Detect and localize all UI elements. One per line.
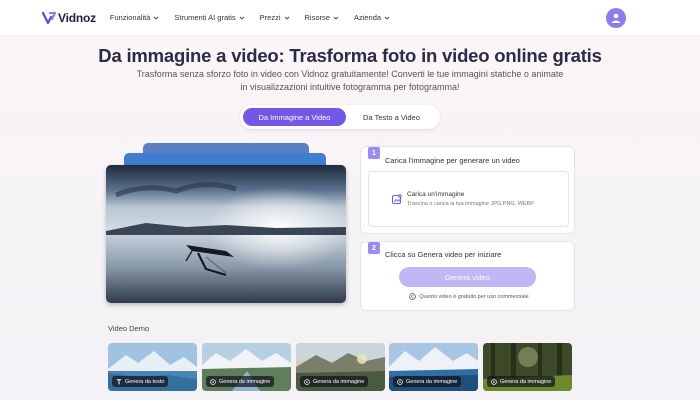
page-subtitle: Trasforma senza sforzo foto in video con… bbox=[100, 68, 600, 94]
image-icon bbox=[397, 378, 403, 385]
main-menu: Funzionalità Strumenti AI gratis Prezzi … bbox=[110, 13, 405, 22]
demo-thumb-label: Genera da testo bbox=[112, 376, 169, 387]
step-badge: 2 bbox=[368, 242, 380, 254]
chevron-down-icon bbox=[333, 16, 339, 20]
demo-thumb-label: Genera da immagine bbox=[393, 376, 462, 387]
text-icon bbox=[116, 378, 122, 384]
logo[interactable]: Vidnoz bbox=[42, 11, 96, 25]
menu-item-funzionalita[interactable]: Funzionalità bbox=[110, 13, 159, 22]
demo-thumb[interactable]: Genera da immagine bbox=[202, 343, 291, 391]
demo-section-label: Video Demo bbox=[108, 324, 150, 333]
menu-item-azienda[interactable]: Azienda bbox=[354, 13, 390, 22]
upload-dropzone[interactable]: Carica un'immagine Trascina o carica la … bbox=[368, 171, 569, 227]
demo-thumb-text: Genera da immagine bbox=[500, 378, 552, 385]
menu-item-risorse[interactable]: Risorse bbox=[305, 13, 339, 22]
generate-step-card: 2 Clicca su Genera video per iniziare Ge… bbox=[360, 241, 575, 311]
tab-image-to-video[interactable]: Da Immagine a Video bbox=[243, 108, 346, 126]
note-text: Questo video è gratuito per uso commerci… bbox=[419, 293, 529, 300]
demo-thumb-label: Genera da immagine bbox=[206, 376, 275, 387]
chevron-down-icon bbox=[284, 16, 289, 20]
mode-tabs: Da Immagine a Video Da Testo a Video bbox=[240, 105, 440, 129]
demo-thumb-text: Genera da immagine bbox=[219, 378, 271, 385]
image-icon bbox=[304, 378, 310, 385]
step-badge: 1 bbox=[368, 147, 380, 159]
demo-thumb[interactable]: Genera da testo bbox=[108, 343, 197, 391]
step-title: Clicca su Genera video per iniziare bbox=[385, 250, 502, 259]
user-icon bbox=[611, 13, 621, 23]
avatar[interactable] bbox=[606, 8, 626, 28]
top-nav: Vidnoz Funzionalità Strumenti AI gratis … bbox=[0, 0, 700, 36]
generate-video-button[interactable]: Genera video bbox=[399, 267, 536, 287]
menu-item-strumenti[interactable]: Strumenti AI gratis bbox=[174, 13, 244, 22]
step-title: Carica l'immagine per generare un video bbox=[385, 156, 520, 165]
chevron-down-icon bbox=[239, 16, 244, 20]
copyright-icon bbox=[409, 293, 417, 300]
commercial-use-note: Questo video è gratuito per uso commerci… bbox=[399, 293, 539, 300]
image-icon bbox=[210, 378, 216, 385]
subtitle-line-1: Trasforma senza sforzo foto in video con… bbox=[136, 69, 564, 79]
demo-thumb-text: Genera da immagine bbox=[313, 378, 365, 385]
demo-thumb[interactable]: Genera da immagine bbox=[483, 343, 572, 391]
vidnoz-logo-icon bbox=[42, 11, 56, 24]
menu-item-label: Azienda bbox=[353, 13, 382, 22]
menu-item-label: Funzionalità bbox=[109, 13, 151, 22]
chevron-down-icon bbox=[154, 16, 159, 20]
menu-item-prezzi[interactable]: Prezzi bbox=[260, 13, 290, 22]
upload-title: Carica un'immagine bbox=[407, 191, 465, 198]
upload-hint: Trascina o carica la tua immagine JPG,PN… bbox=[407, 201, 534, 207]
upload-step-card: 1 Carica l'immagine per generare un vide… bbox=[360, 146, 575, 234]
tab-text-to-video[interactable]: Da Testo a Video bbox=[346, 108, 437, 126]
image-icon bbox=[491, 378, 497, 385]
demo-thumb-label: Genera da immagine bbox=[487, 376, 556, 387]
demo-thumb-text: Genera da immagine bbox=[406, 378, 458, 385]
lake-boat-image bbox=[106, 165, 346, 303]
menu-item-label: Strumenti AI gratis bbox=[174, 13, 236, 22]
menu-item-label: Prezzi bbox=[259, 13, 281, 22]
demo-thumb[interactable]: Genera da immagine bbox=[296, 343, 385, 391]
upload-image-icon bbox=[392, 194, 402, 204]
chevron-down-icon bbox=[384, 16, 390, 20]
demo-thumb[interactable]: Genera da immagine bbox=[389, 343, 478, 391]
demo-thumb-text: Genera da testo bbox=[125, 378, 165, 385]
preview-image bbox=[106, 165, 346, 303]
subtitle-line-2: in visualizzazioni intuitive fotogramma … bbox=[240, 82, 460, 92]
menu-item-label: Risorse bbox=[304, 13, 330, 22]
page-title: Da immagine a video: Trasforma foto in v… bbox=[98, 45, 602, 66]
demo-thumb-label: Genera da immagine bbox=[300, 376, 369, 387]
logo-text: Vidnoz bbox=[58, 10, 96, 25]
